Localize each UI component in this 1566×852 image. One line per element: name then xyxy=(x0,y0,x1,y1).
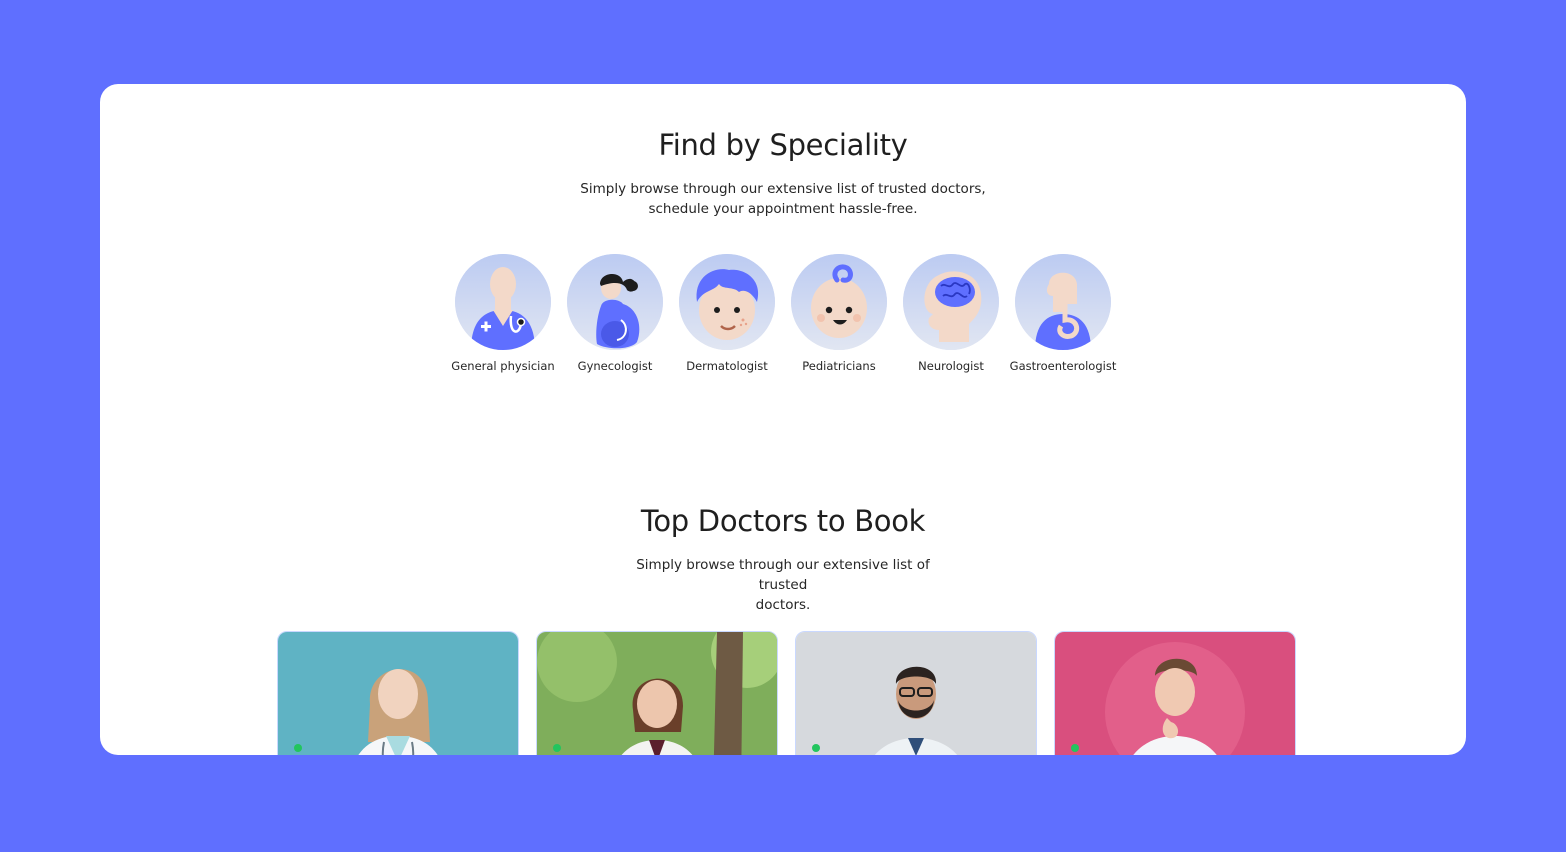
general-physician-icon xyxy=(455,254,551,350)
top-doctors-title: Top Doctors to Book xyxy=(640,504,926,538)
gynecologist-icon xyxy=(567,254,663,350)
doctor-photo xyxy=(1055,632,1295,755)
availability-dot xyxy=(1071,744,1079,752)
speciality-subtitle: Simply browse through our extensive list… xyxy=(573,179,993,219)
doctor-photo xyxy=(796,632,1036,755)
speciality-neurologist[interactable]: Neurologist xyxy=(902,254,1000,373)
speciality-label: General physician xyxy=(451,359,555,373)
speciality-general-physician[interactable]: General physician xyxy=(451,254,555,373)
content-panel: Find by Speciality Simply browse through… xyxy=(100,84,1466,755)
speciality-title: Find by Speciality xyxy=(658,128,908,162)
speciality-subtitle-line1: Simply browse through our extensive list… xyxy=(580,181,986,197)
top-doctors-subtitle-line1: Simply browse through our extensive list… xyxy=(636,557,930,593)
speciality-subtitle-line2: schedule your appointment hassle-free. xyxy=(648,201,918,217)
availability-dot xyxy=(553,744,561,752)
speciality-label: Dermatologist xyxy=(686,359,768,373)
speciality-label: Gynecologist xyxy=(577,359,653,373)
availability-dot xyxy=(812,744,820,752)
doctor-cards xyxy=(277,631,1296,755)
doctor-card[interactable] xyxy=(277,631,519,755)
doctor-card[interactable] xyxy=(795,631,1037,755)
speciality-pediatricians[interactable]: Pediatricians xyxy=(790,254,888,373)
top-doctors-subtitle: Simply browse through our extensive list… xyxy=(618,555,948,615)
top-doctors-subtitle-line2: doctors. xyxy=(755,597,811,613)
doctor-photo xyxy=(537,632,777,755)
speciality-gynecologist[interactable]: Gynecologist xyxy=(566,254,664,373)
speciality-label: Pediatricians xyxy=(802,359,876,373)
availability-dot xyxy=(294,744,302,752)
neurologist-icon xyxy=(903,254,999,350)
dermatologist-icon xyxy=(679,254,775,350)
doctor-card[interactable] xyxy=(536,631,778,755)
doctor-photo xyxy=(278,632,518,755)
pediatrician-icon xyxy=(791,254,887,350)
speciality-label: Gastroenterologist xyxy=(1009,359,1117,373)
speciality-gastroenterologist[interactable]: Gastroenterologist xyxy=(1010,254,1116,373)
speciality-dermatologist[interactable]: Dermatologist xyxy=(678,254,776,373)
doctor-card[interactable] xyxy=(1054,631,1296,755)
gastroenterologist-icon xyxy=(1015,254,1111,350)
speciality-label: Neurologist xyxy=(918,359,984,373)
speciality-list: General physician Gynecologist Dermatolo… xyxy=(100,254,1466,373)
